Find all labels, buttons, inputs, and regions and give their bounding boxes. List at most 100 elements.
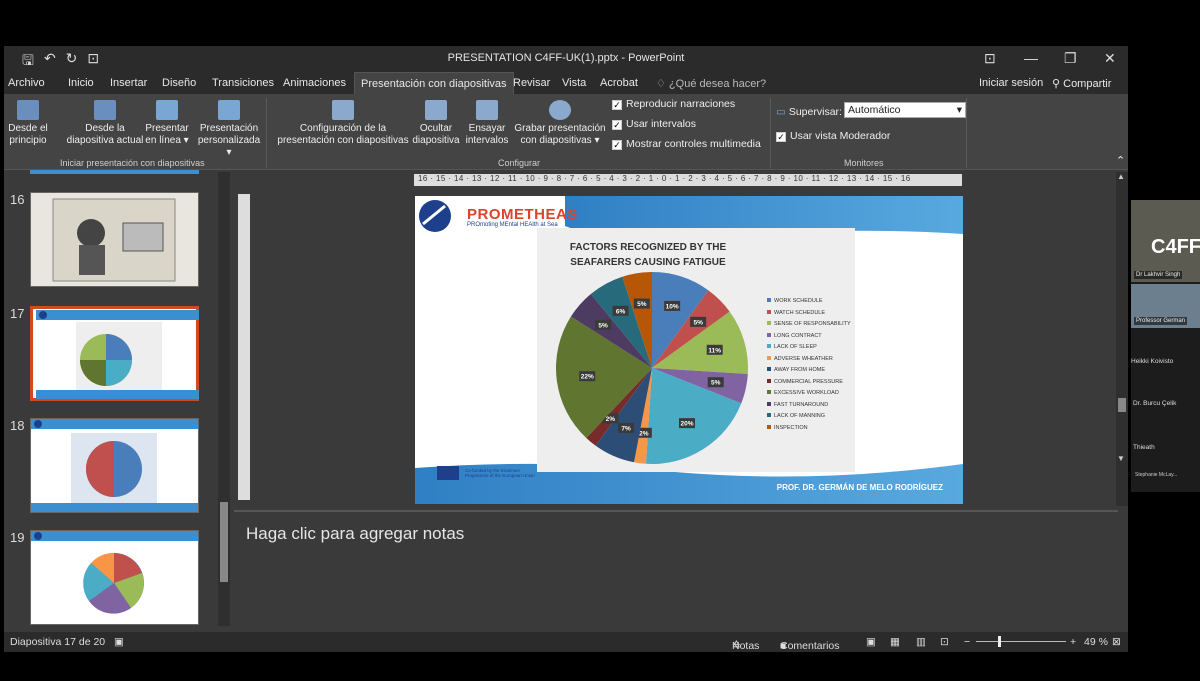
participant-tile[interactable]: C4FF Dr Lakhvir Singh [1131,200,1200,282]
data-label: 5% [711,380,721,387]
legend-label: ADVERSE WHEATHER [774,355,833,362]
slide-sorter-icon[interactable]: ▦ [890,636,900,648]
tab-revisar[interactable]: Revisar [513,77,550,89]
from-current-button[interactable]: Desde la diapositiva actual [62,100,148,147]
share-button[interactable]: ⚲ Compartir [1052,77,1111,90]
hide-slide-icon [425,100,447,120]
scroll-down-icon[interactable]: ▼ [1117,454,1125,463]
record-show-button[interactable]: Grabar presentación con diapositivas ▾ [510,100,610,147]
ribbon-separator [966,98,967,168]
zoom-slider-thumb[interactable] [998,636,1001,647]
custom-show-icon [218,100,240,120]
media-controls-checkbox[interactable]: ✓ Mostrar controles multimedia [612,138,761,150]
powerpoint-window: 🖫 ↶ ↻ ⊡ PRESENTATION C4FF-UK(1).pptx - P… [4,46,1128,652]
slide-scrollbar[interactable]: ▲ ▼ [1116,172,1128,506]
setup-show-button[interactable]: Configuración de la presentación con diap… [268,100,418,147]
custom-show-button[interactable]: Presentación personalizada ▾ [194,100,264,159]
zoom-in-icon[interactable]: + [1070,636,1076,648]
reading-view-icon[interactable]: ▥ [916,636,926,648]
legend-swatch [767,401,771,406]
present-online-button[interactable]: Presentar en línea ▾ [140,100,194,147]
legend-entry: EXCESSIVE WORKLOAD [767,388,851,400]
close-icon[interactable]: ✕ [1104,50,1116,67]
participant-tile[interactable]: Heikki Koivisto [1131,330,1200,374]
title-bar: 🖫 ↶ ↻ ⊡ PRESENTATION C4FF-UK(1).pptx - P… [4,46,1128,72]
participant-name: Professor German [1134,317,1188,325]
from-start-button[interactable]: Desde el principio [6,100,50,147]
participant-name: Dr. Burcu Çelik [1133,400,1177,407]
slideshow-current-icon [94,100,116,120]
tab-acrobat[interactable]: Acrobat [600,77,638,89]
data-label: 7% [621,425,631,432]
checkmark-icon: ✓ [776,132,786,142]
legend-swatch [767,390,771,394]
tab-presentacion[interactable]: Presentación con diapositivas [354,72,514,94]
setup-icon [332,100,354,120]
legend-entry: AWAY FROM HOME [767,365,851,377]
participant-name: Thieath [1133,444,1155,451]
monitor-icon: ▭ [776,106,789,118]
scroll-up-icon[interactable]: ▲ [1117,172,1125,181]
tab-insertar[interactable]: Insertar [110,77,147,89]
legend-label: WORK SCHEDULE [774,298,823,304]
current-slide[interactable]: PROMETHEAS PROmoting MEntal HEAlth at Se… [415,196,963,504]
narrations-checkbox[interactable]: ✓ Reproducir narraciones [612,98,735,110]
scroll-thumb[interactable] [220,502,228,582]
rehearse-timings-button[interactable]: Ensayar intervalos [464,100,510,147]
timer-icon [476,100,498,120]
legend-swatch [767,309,771,314]
zoom-out-icon[interactable]: − [964,636,970,648]
notes-pane[interactable]: Haga clic para agregar notas [234,510,1118,632]
maximize-icon[interactable]: ❐ [1064,50,1077,67]
collapse-ribbon-icon[interactable]: ⌃ [1116,154,1125,167]
tab-animaciones[interactable]: Animaciones [283,77,346,89]
thumb-number: 18 [10,418,25,433]
participant-name: Dr Lakhvir Singh [1134,271,1183,279]
participant-tile[interactable]: Dr. Burcu Çelik [1131,376,1200,420]
ribbon-tabs: Archivo Inicio Insertar Diseño Transicio… [4,72,1128,94]
tab-inicio[interactable]: Inicio [68,77,94,89]
timings-checkbox[interactable]: ✓ Usar intervalos [612,118,696,130]
chart-legend: WORK SCHEDULE WATCH SCHEDULE SENSE OF RESP… [767,296,851,434]
hide-slide-button[interactable]: Ocultar diapositiva [410,100,462,147]
tab-archivo[interactable]: Archivo [8,77,45,89]
signin-link[interactable]: Iniciar sesión [979,77,1043,89]
data-label: 2% [639,430,649,437]
presenter-view-checkbox[interactable]: ✓ Usar vista Moderador [776,130,890,142]
legend-entry: WORK SCHEDULE [767,296,851,308]
legend-entry: COMMERCIAL PRESSURE [767,377,851,389]
slide-thumbnail-19[interactable] [30,530,199,625]
fit-slide-icon[interactable]: ⊠ [1112,636,1121,648]
c4ff-logo: C4FF [1151,236,1200,258]
spellcheck-icon[interactable]: ▣ [114,636,124,648]
minimize-icon[interactable]: — [1024,50,1038,66]
tab-transiciones[interactable]: Transiciones [212,77,274,89]
zoom-slider[interactable] [976,641,1066,642]
thumbnail-scrollbar[interactable] [218,172,230,626]
pie-chart: 10% 5% 11% 5% 20% 2% 7% 2% 22% 5% 6% 5% [556,272,748,464]
tab-vista[interactable]: Vista [562,77,586,89]
normal-view-icon[interactable]: ▣ [866,636,876,648]
tab-diseno[interactable]: Diseño [162,77,196,89]
data-label: 2% [606,416,616,423]
monitor-select[interactable]: Automático ▾ [844,102,966,118]
slideshow-view-icon[interactable]: ⊡ [940,636,949,648]
person-icon: ⚲ [1052,78,1064,90]
participant-tile[interactable]: Thieath [1131,422,1200,462]
group-label-setup: Configurar [498,158,541,168]
legend-entry: INSPECTION [767,423,851,435]
data-label: 5% [693,319,703,326]
horizontal-ruler: 16 · 15 · 14 · 13 · 12 · 11 · 10 · 9 · 8… [414,174,962,186]
record-icon [549,100,571,120]
ribbon-display-icon[interactable]: ⊡ [984,50,996,67]
group-label-monitors: Monitores [844,158,884,168]
zoom-level[interactable]: 49 % [1084,636,1108,648]
slide-thumbnail-18[interactable] [30,418,199,513]
slide-thumbnail-17[interactable] [30,306,199,401]
slide-thumbnail-16[interactable] [30,192,199,287]
participant-tile[interactable]: Stephanie McLay... [1131,462,1200,492]
tell-me-search[interactable]: ♢ ¿Qué desea hacer? [656,77,766,90]
participant-tile[interactable]: Professor German [1131,284,1200,328]
legend-label: AWAY FROM HOME [774,367,826,373]
scroll-thumb[interactable] [1118,398,1126,412]
